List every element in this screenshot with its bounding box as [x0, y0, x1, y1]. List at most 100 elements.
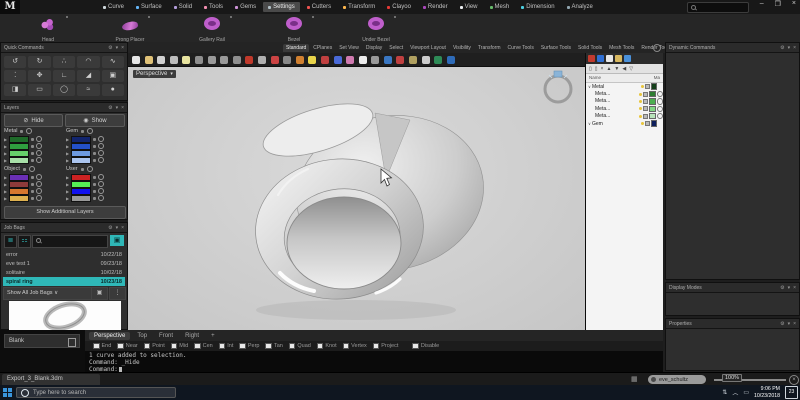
gem-red-icon[interactable]: [245, 56, 253, 64]
eye-icon[interactable]: [422, 56, 430, 64]
clock[interactable]: 9:06 PM10/23/2018: [754, 386, 780, 399]
viewport-tab-perspective[interactable]: Perspective: [89, 332, 130, 340]
layer-color-row[interactable]: ▶: [4, 150, 42, 157]
eye-icon[interactable]: [36, 150, 42, 156]
analyze-points-button[interactable]: ⁚: [4, 70, 26, 82]
hide-button[interactable]: ⊘Hide: [4, 114, 63, 127]
points-button[interactable]: ∴: [53, 56, 75, 68]
titlebar-search-input[interactable]: [687, 2, 749, 13]
material-column-header[interactable]: Ma: [654, 75, 660, 81]
bulb-icon[interactable]: [641, 85, 644, 88]
command-area[interactable]: 1 curve added to selection. Command: _Hi…: [85, 351, 663, 372]
toolbar-tab-solid-tools[interactable]: Solid Tools: [575, 44, 605, 52]
redo-button[interactable]: ↻: [28, 56, 50, 68]
job-bag-row[interactable]: eve test 109/23/18: [3, 259, 125, 268]
torus-button[interactable]: ◯: [53, 84, 75, 96]
lock-icon[interactable]: [645, 84, 650, 89]
gear-icon[interactable]: ⚙: [108, 225, 112, 231]
layer-color-row[interactable]: ▶: [4, 195, 42, 202]
layer-color-swatch[interactable]: [649, 106, 656, 113]
menu-item-mesh[interactable]: Mesh: [485, 2, 515, 12]
ring-view-icon[interactable]: [545, 71, 571, 102]
osnap-disable-toggle[interactable]: Disable: [412, 343, 439, 350]
toolbar-tab-mesh-tools[interactable]: Mesh Tools: [606, 44, 637, 52]
properties-tab-icon[interactable]: [597, 55, 604, 62]
globe-icon[interactable]: [447, 56, 455, 64]
menu-item-dimension[interactable]: Dimension: [516, 2, 559, 12]
jewelry-tool-bezel[interactable]: Bezel: [260, 14, 328, 42]
eye-icon[interactable]: [36, 143, 42, 149]
sphere-white-icon[interactable]: [359, 56, 367, 64]
sphere-blue-icon[interactable]: [334, 56, 342, 64]
new-job-bag-button[interactable]: ▣: [110, 235, 124, 246]
close-icon[interactable]: ×: [121, 105, 124, 111]
layer-group-row[interactable]: ∨Metal: [586, 83, 663, 90]
layer-color-swatch[interactable]: [71, 143, 91, 150]
toolbar-tab-select[interactable]: Select: [386, 44, 406, 52]
menu-item-curve[interactable]: Curve: [98, 2, 129, 12]
jewelry-tool-head[interactable]: Head: [14, 14, 82, 42]
layer-group-user[interactable]: User: [66, 166, 93, 172]
toolbar-tab-display[interactable]: Display: [363, 44, 385, 52]
layer-color-row[interactable]: ▶: [4, 143, 42, 150]
show-additional-layers-button[interactable]: Show Additional Layers: [4, 206, 126, 219]
layer-row[interactable]: Meta...: [586, 105, 663, 112]
layer-color-row[interactable]: ▶: [66, 136, 104, 143]
libraries-tab-icon[interactable]: [615, 55, 622, 62]
osnap-toggle-point[interactable]: Point: [144, 343, 165, 350]
list-view-button[interactable]: ≣: [4, 235, 17, 248]
mirror-button[interactable]: ◨: [4, 84, 26, 96]
ring-model[interactable]: [250, 93, 496, 320]
polyline-button[interactable]: ∟: [53, 70, 75, 82]
layer-row[interactable]: Meta...: [586, 113, 663, 120]
toolbar-tab-cplanes[interactable]: CPlanes: [310, 44, 335, 52]
layer-color-row[interactable]: ▶: [66, 188, 104, 195]
eye-icon[interactable]: [36, 157, 42, 163]
osnap-toggle-perp[interactable]: Perp: [239, 343, 259, 350]
chevron-up-icon[interactable]: ︿: [732, 388, 738, 397]
job-search-input[interactable]: [32, 235, 108, 248]
layer-color-row[interactable]: ▶: [66, 143, 104, 150]
layer-color-swatch[interactable]: [9, 174, 29, 181]
sphere-gray-icon[interactable]: [371, 56, 379, 64]
picture-button[interactable]: ▣: [102, 70, 124, 82]
layer-color-swatch[interactable]: [649, 113, 656, 120]
angle-button[interactable]: ◢: [77, 70, 99, 82]
taskbar-search-input[interactable]: Type here to search: [16, 387, 176, 398]
material-icon[interactable]: [657, 91, 664, 98]
undo-icon[interactable]: [233, 56, 241, 64]
close-button[interactable]: ×: [792, 0, 796, 8]
collapse-icon[interactable]: ▾: [788, 285, 791, 291]
eye-icon[interactable]: [36, 174, 42, 180]
new-sublayer-icon[interactable]: ▯: [595, 66, 598, 72]
lock-icon[interactable]: [643, 99, 648, 104]
layer-group-object[interactable]: Object: [4, 166, 35, 172]
close-icon[interactable]: ×: [793, 285, 796, 291]
battery-icon[interactable]: ▭: [743, 389, 749, 396]
camera-button[interactable]: ▣: [91, 287, 108, 300]
layer-color-swatch[interactable]: [649, 98, 656, 105]
layer-color-swatch[interactable]: [71, 188, 91, 195]
name-column-header[interactable]: Name: [589, 75, 601, 81]
osnap-toggle-knot[interactable]: Knot: [317, 343, 337, 350]
job-bag-thumbnail[interactable]: [9, 301, 121, 330]
menu-item-gems[interactable]: Gems: [230, 2, 261, 12]
menu-item-settings[interactable]: Settings: [263, 2, 300, 12]
bulb-icon[interactable]: [639, 93, 642, 96]
lips-icon[interactable]: [271, 56, 279, 64]
material-icon[interactable]: [657, 98, 664, 105]
viewport-canvas[interactable]: [128, 67, 585, 331]
layer-group-gem[interactable]: Gem: [66, 128, 93, 134]
job-bag-row[interactable]: spiral ring10/23/18: [3, 277, 125, 286]
viewport-tab-front[interactable]: Front: [154, 332, 178, 340]
show-button[interactable]: ◉Show: [65, 114, 125, 127]
layers-tab-icon[interactable]: [606, 55, 613, 62]
layer-row[interactable]: Meta...: [586, 90, 663, 97]
collapse-icon[interactable]: ▾: [116, 105, 119, 111]
open-file-tab[interactable]: Export_3_Blank.3dm: [2, 374, 100, 385]
gear-icon[interactable]: ⚙: [108, 45, 112, 51]
eye-icon[interactable]: [98, 195, 104, 201]
lock-icon[interactable]: [643, 106, 648, 111]
tab-options-icon[interactable]: [653, 44, 661, 52]
menu-item-tools[interactable]: Tools: [199, 2, 228, 12]
